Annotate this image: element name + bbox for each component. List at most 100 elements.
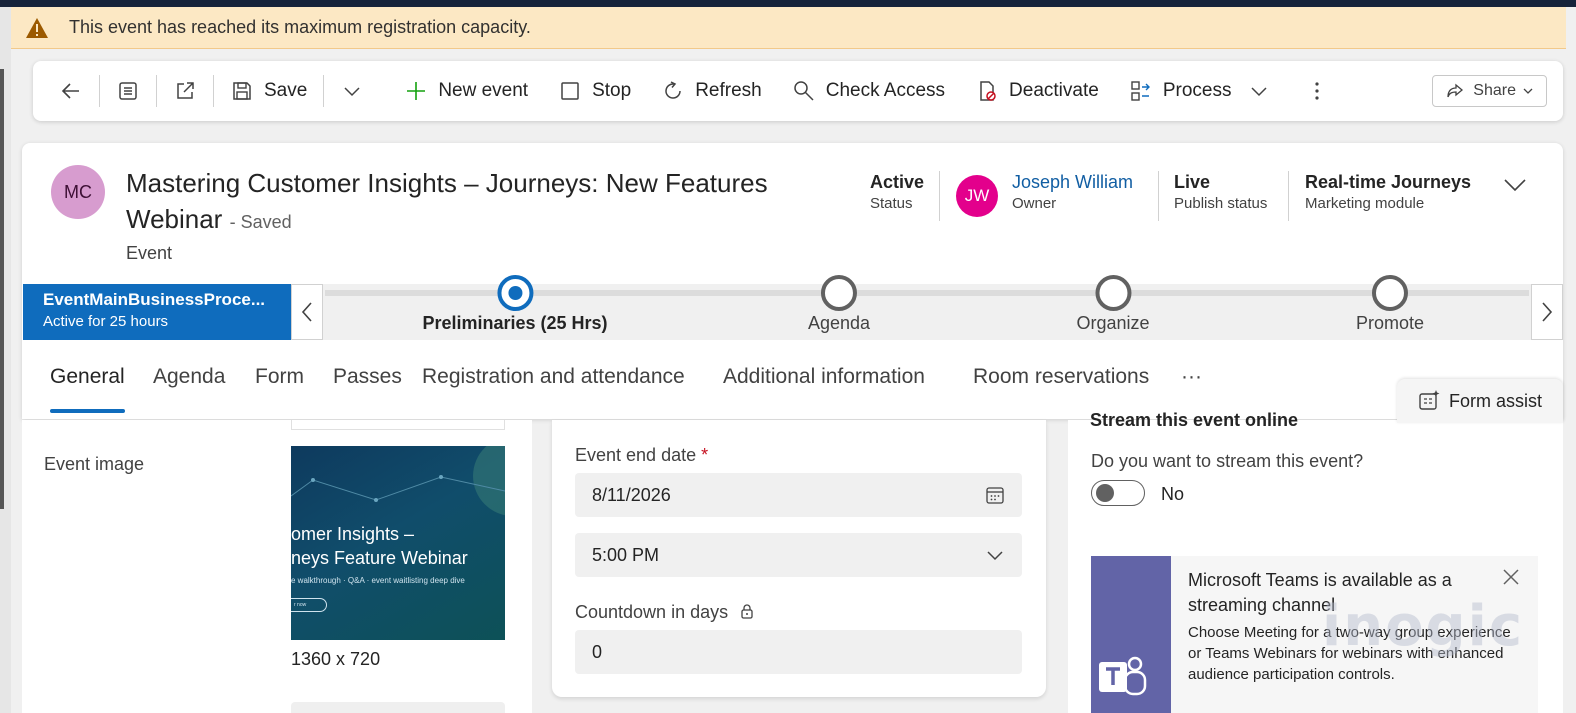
teams-logo-panel [1091, 556, 1171, 713]
divider [99, 75, 100, 107]
event-end-date-input[interactable]: 8/11/2026 [575, 473, 1022, 517]
stage-active-marker [497, 275, 533, 311]
owner-label: Owner [1012, 195, 1057, 212]
close-icon[interactable] [1502, 568, 1520, 586]
new-event-button[interactable]: New event [394, 71, 538, 111]
header-field-publish-status: Live Publish status [1174, 171, 1267, 212]
calendar-icon[interactable] [984, 484, 1006, 506]
check-access-icon [793, 81, 814, 101]
deactivate-button[interactable]: Deactivate [965, 71, 1109, 111]
next-field-edge [291, 702, 505, 713]
marketing-module-label: Marketing module [1305, 195, 1425, 212]
tab-more-tabs[interactable]: ··· [1181, 365, 1202, 389]
tab-additional-information[interactable]: Additional information [723, 365, 925, 389]
form-assist-button[interactable]: Form assist [1397, 379, 1563, 423]
expand-header-chevron-icon[interactable] [1503, 177, 1527, 193]
plus-icon [407, 82, 426, 100]
countdown-label-text: Countdown in days [575, 602, 729, 622]
image-button-graphic: r now [291, 598, 327, 612]
process-label: Process [1162, 80, 1232, 101]
event-end-time-select[interactable]: 5:00 PM [575, 533, 1022, 577]
refresh-icon [665, 81, 681, 99]
image-dimensions: 1360 x 720 [291, 649, 381, 669]
chevron-right-icon [1542, 302, 1553, 322]
header-field-status: Active Status [870, 171, 924, 212]
publish-status-label: Publish status [1174, 195, 1268, 212]
open-in-new-window-button[interactable] [163, 71, 207, 111]
tab-agenda[interactable]: Agenda [153, 365, 225, 389]
open-in-new-window-icon [177, 82, 194, 99]
bpf-process-card[interactable]: EventMainBusinessProce... Active for 25 … [23, 284, 291, 340]
publish-status-value: Live [1174, 172, 1211, 192]
status-value: Active [870, 172, 925, 192]
record-set-button[interactable] [106, 71, 150, 111]
deactivate-label: Deactivate [1009, 80, 1099, 101]
entity-name: Event [126, 243, 173, 263]
back-arrow-icon [61, 83, 79, 99]
bpf-next-button[interactable] [1531, 284, 1563, 340]
check-access-button[interactable]: Check Access [782, 71, 955, 111]
previous-field-edge [291, 420, 505, 430]
stage-marker [821, 275, 857, 311]
watermark: inogic [1322, 594, 1525, 659]
share-button[interactable]: Share [1432, 75, 1547, 107]
divider [213, 75, 214, 107]
tab-passes[interactable]: Passes [333, 365, 402, 389]
scroll-indicator[interactable] [0, 69, 4, 509]
tab-room-reservations[interactable]: Room reservations [973, 365, 1149, 389]
stage-name: Promote [1355, 313, 1425, 333]
more-commands-button[interactable] [1295, 71, 1339, 111]
tab-form[interactable]: Form [255, 365, 304, 389]
check-access-label: Check Access [825, 80, 946, 101]
bpf-stage-agenda[interactable]: Agenda [807, 275, 871, 334]
refresh-button[interactable]: Refresh [651, 71, 772, 111]
stop-label: Stop [592, 80, 632, 101]
bpf-stage-promote[interactable]: Promote [1355, 275, 1425, 334]
stage-marker [1372, 275, 1408, 311]
event-image-label: Event image [44, 454, 145, 474]
lock-icon [741, 604, 753, 619]
share-label: Share [1473, 82, 1516, 99]
event-image[interactable]: omer Insights – neys Feature Webinar e w… [291, 446, 505, 640]
banner-message: This event has reached its maximum regis… [69, 17, 531, 37]
divider [939, 171, 940, 221]
stage-name: Preliminaries (25 Hrs) [422, 313, 608, 333]
record-title: Mastering Customer Insights – Journeys: … [126, 165, 846, 240]
stream-online-section: Stream this event online Do you want to … [1068, 410, 1563, 713]
image-caption: e walkthrough · Q&A · event waitlisting … [291, 576, 465, 585]
process-icon [1131, 81, 1150, 101]
chevron-down-icon [1523, 88, 1533, 94]
header-field-owner: Joseph William Owner [1012, 171, 1133, 212]
bpf-previous-button[interactable] [291, 284, 323, 340]
save-button[interactable]: Save [220, 71, 317, 111]
refresh-label: Refresh [695, 80, 762, 101]
divider [323, 75, 325, 107]
tab-registration-and-attendance[interactable]: Registration and attendance [422, 365, 685, 389]
bpf-stage-organize[interactable]: Organize [1076, 275, 1150, 334]
stage-name: Organize [1076, 313, 1150, 333]
save-label: Save [264, 80, 308, 101]
tab-general[interactable]: General [50, 365, 125, 413]
event-end-time-value: 5:00 PM [592, 544, 660, 565]
stream-toggle-state: No [1161, 484, 1185, 504]
stream-section-title: Stream this event online [1090, 410, 1299, 430]
image-text-line: neys Feature Webinar [291, 548, 468, 568]
stream-event-toggle[interactable] [1091, 480, 1145, 506]
owner-link[interactable]: Joseph William [1012, 171, 1133, 193]
stage-marker [1094, 275, 1131, 311]
stop-button[interactable]: Stop [548, 71, 641, 111]
back-button[interactable] [49, 71, 93, 111]
countdown-value: 0 [592, 641, 603, 662]
new-event-label: New event [438, 80, 529, 101]
bpf-stage-preliminaries[interactable]: Preliminaries (25 Hrs) [422, 275, 608, 334]
business-process-flow: EventMainBusinessProce... Active for 25 … [23, 275, 1563, 340]
process-button[interactable]: Process [1119, 71, 1282, 111]
event-end-date-label-text: Event end date [575, 445, 697, 465]
stream-question-label: Do you want to stream this event? [1091, 451, 1364, 471]
chevron-left-icon [301, 302, 312, 322]
stage-name: Agenda [807, 313, 871, 333]
save-options-button[interactable] [330, 71, 374, 111]
record-header: MC Mastering Customer Insights – Journey… [22, 143, 1563, 419]
required-indicator: * [701, 445, 709, 465]
list-icon [119, 82, 137, 100]
